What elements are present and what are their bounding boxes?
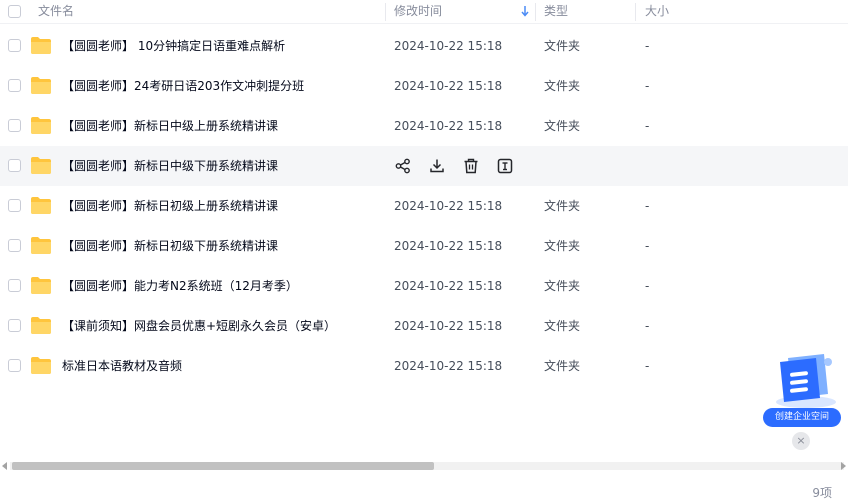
table-row[interactable]: 【圆圆老师】新标日初级上册系统精讲课 2024-10-22 15:18 文件夹 … [0,186,848,226]
close-promo-button[interactable]: × [792,432,810,450]
column-header-type[interactable]: 类型 [544,0,568,24]
column-divider[interactable] [385,3,386,21]
download-icon[interactable] [428,157,446,175]
file-name[interactable]: 标准日本语教材及音频 [62,346,182,386]
file-size: - [645,279,650,293]
item-count: 9项 [812,486,832,500]
file-name[interactable]: 【圆圆老师】24考研日语203作文冲刺提分班 [62,66,304,106]
file-name[interactable]: 【圆圆老师】能力考N2系统班（12月考季） [62,266,298,306]
file-size: - [645,359,650,373]
table-row[interactable]: 【圆圆老师】新标日中级上册系统精讲课 2024-10-22 15:18 文件夹 … [0,106,848,146]
modified-time: 2024-10-22 15:18 [394,79,503,93]
file-type: 文件夹 [544,279,581,293]
horizontal-scrollbar[interactable] [0,458,848,474]
file-size: - [645,119,650,133]
file-size: - [645,39,650,53]
file-type: 文件夹 [544,319,581,333]
column-divider[interactable] [535,3,536,21]
modified-time: 2024-10-22 15:18 [394,279,503,293]
enterprise-space-icon [776,354,836,408]
column-header-time[interactable]: 修改时间 [394,0,442,24]
column-header-name[interactable]: 文件名 [38,0,74,24]
file-name[interactable]: 【课前须知】网盘会员优惠+短剧永久会员（安卓） [62,306,336,346]
row-checkbox[interactable] [8,239,21,252]
file-type: 文件夹 [544,39,581,53]
table-row[interactable]: 【圆圆老师】 10分钟搞定日语重难点解析 2024-10-22 15:18 文件… [0,26,848,66]
file-type: 文件夹 [544,79,581,93]
folder-icon [31,317,51,334]
modified-time: 2024-10-22 15:18 [394,119,503,133]
file-type: 文件夹 [544,119,581,133]
file-name[interactable]: 【圆圆老师】新标日中级下册系统精讲课 [62,146,278,186]
create-enterprise-space-button[interactable]: 创建企业空间 [763,408,841,427]
table-row[interactable]: 标准日本语教材及音频 2024-10-22 15:18 文件夹 - [0,346,848,386]
file-list: 【圆圆老师】 10分钟搞定日语重难点解析 2024-10-22 15:18 文件… [0,26,848,386]
file-name[interactable]: 【圆圆老师】 10分钟搞定日语重难点解析 [62,26,285,66]
folder-icon [31,277,51,294]
sort-descending-icon[interactable] [520,5,530,17]
modified-time: 2024-10-22 15:18 [394,359,503,373]
folder-icon [31,37,51,54]
row-checkbox[interactable] [8,159,21,172]
delete-icon[interactable] [462,157,480,175]
file-size: - [645,79,650,93]
file-size: - [645,319,650,333]
scroll-right-arrow-icon[interactable] [841,462,846,470]
row-checkbox[interactable] [8,319,21,332]
modified-time: 2024-10-22 15:18 [394,239,503,253]
table-row[interactable]: 【圆圆老师】新标日初级下册系统精讲课 2024-10-22 15:18 文件夹 … [0,226,848,266]
scroll-left-arrow-icon[interactable] [2,462,7,470]
scrollbar-thumb[interactable] [12,462,434,470]
file-type: 文件夹 [544,239,581,253]
row-checkbox[interactable] [8,79,21,92]
rename-icon[interactable] [496,157,514,175]
modified-time: 2024-10-22 15:18 [394,39,503,53]
column-header-size[interactable]: 大小 [645,0,669,24]
row-checkbox[interactable] [8,119,21,132]
file-size: - [645,199,650,213]
folder-icon [31,197,51,214]
table-row[interactable]: 【圆圆老师】24考研日语203作文冲刺提分班 2024-10-22 15:18 … [0,66,848,106]
select-all-checkbox[interactable] [8,5,21,18]
file-list-header: 文件名 修改时间 类型 大小 [0,0,848,24]
share-icon[interactable] [394,157,412,175]
table-row-hovered[interactable]: 【圆圆老师】新标日中级下册系统精讲课 [0,146,848,186]
file-type: 文件夹 [544,199,581,213]
file-name[interactable]: 【圆圆老师】新标日初级下册系统精讲课 [62,226,278,266]
modified-time: 2024-10-22 15:18 [394,199,503,213]
file-name[interactable]: 【圆圆老师】新标日中级上册系统精讲课 [62,106,278,146]
file-size: - [645,239,650,253]
folder-icon [31,77,51,94]
folder-icon [31,237,51,254]
row-checkbox[interactable] [8,39,21,52]
row-checkbox[interactable] [8,199,21,212]
row-checkbox[interactable] [8,279,21,292]
folder-icon [31,157,51,174]
file-name[interactable]: 【圆圆老师】新标日初级上册系统精讲课 [62,186,278,226]
enterprise-space-promo[interactable]: 创建企业空间 [760,352,844,432]
modified-time: 2024-10-22 15:18 [394,319,503,333]
table-row[interactable]: 【课前须知】网盘会员优惠+短剧永久会员（安卓） 2024-10-22 15:18… [0,306,848,346]
file-type: 文件夹 [544,359,581,373]
folder-icon [31,357,51,374]
column-divider[interactable] [635,3,636,21]
folder-icon [31,117,51,134]
row-checkbox[interactable] [8,359,21,372]
table-row[interactable]: 【圆圆老师】能力考N2系统班（12月考季） 2024-10-22 15:18 文… [0,266,848,306]
